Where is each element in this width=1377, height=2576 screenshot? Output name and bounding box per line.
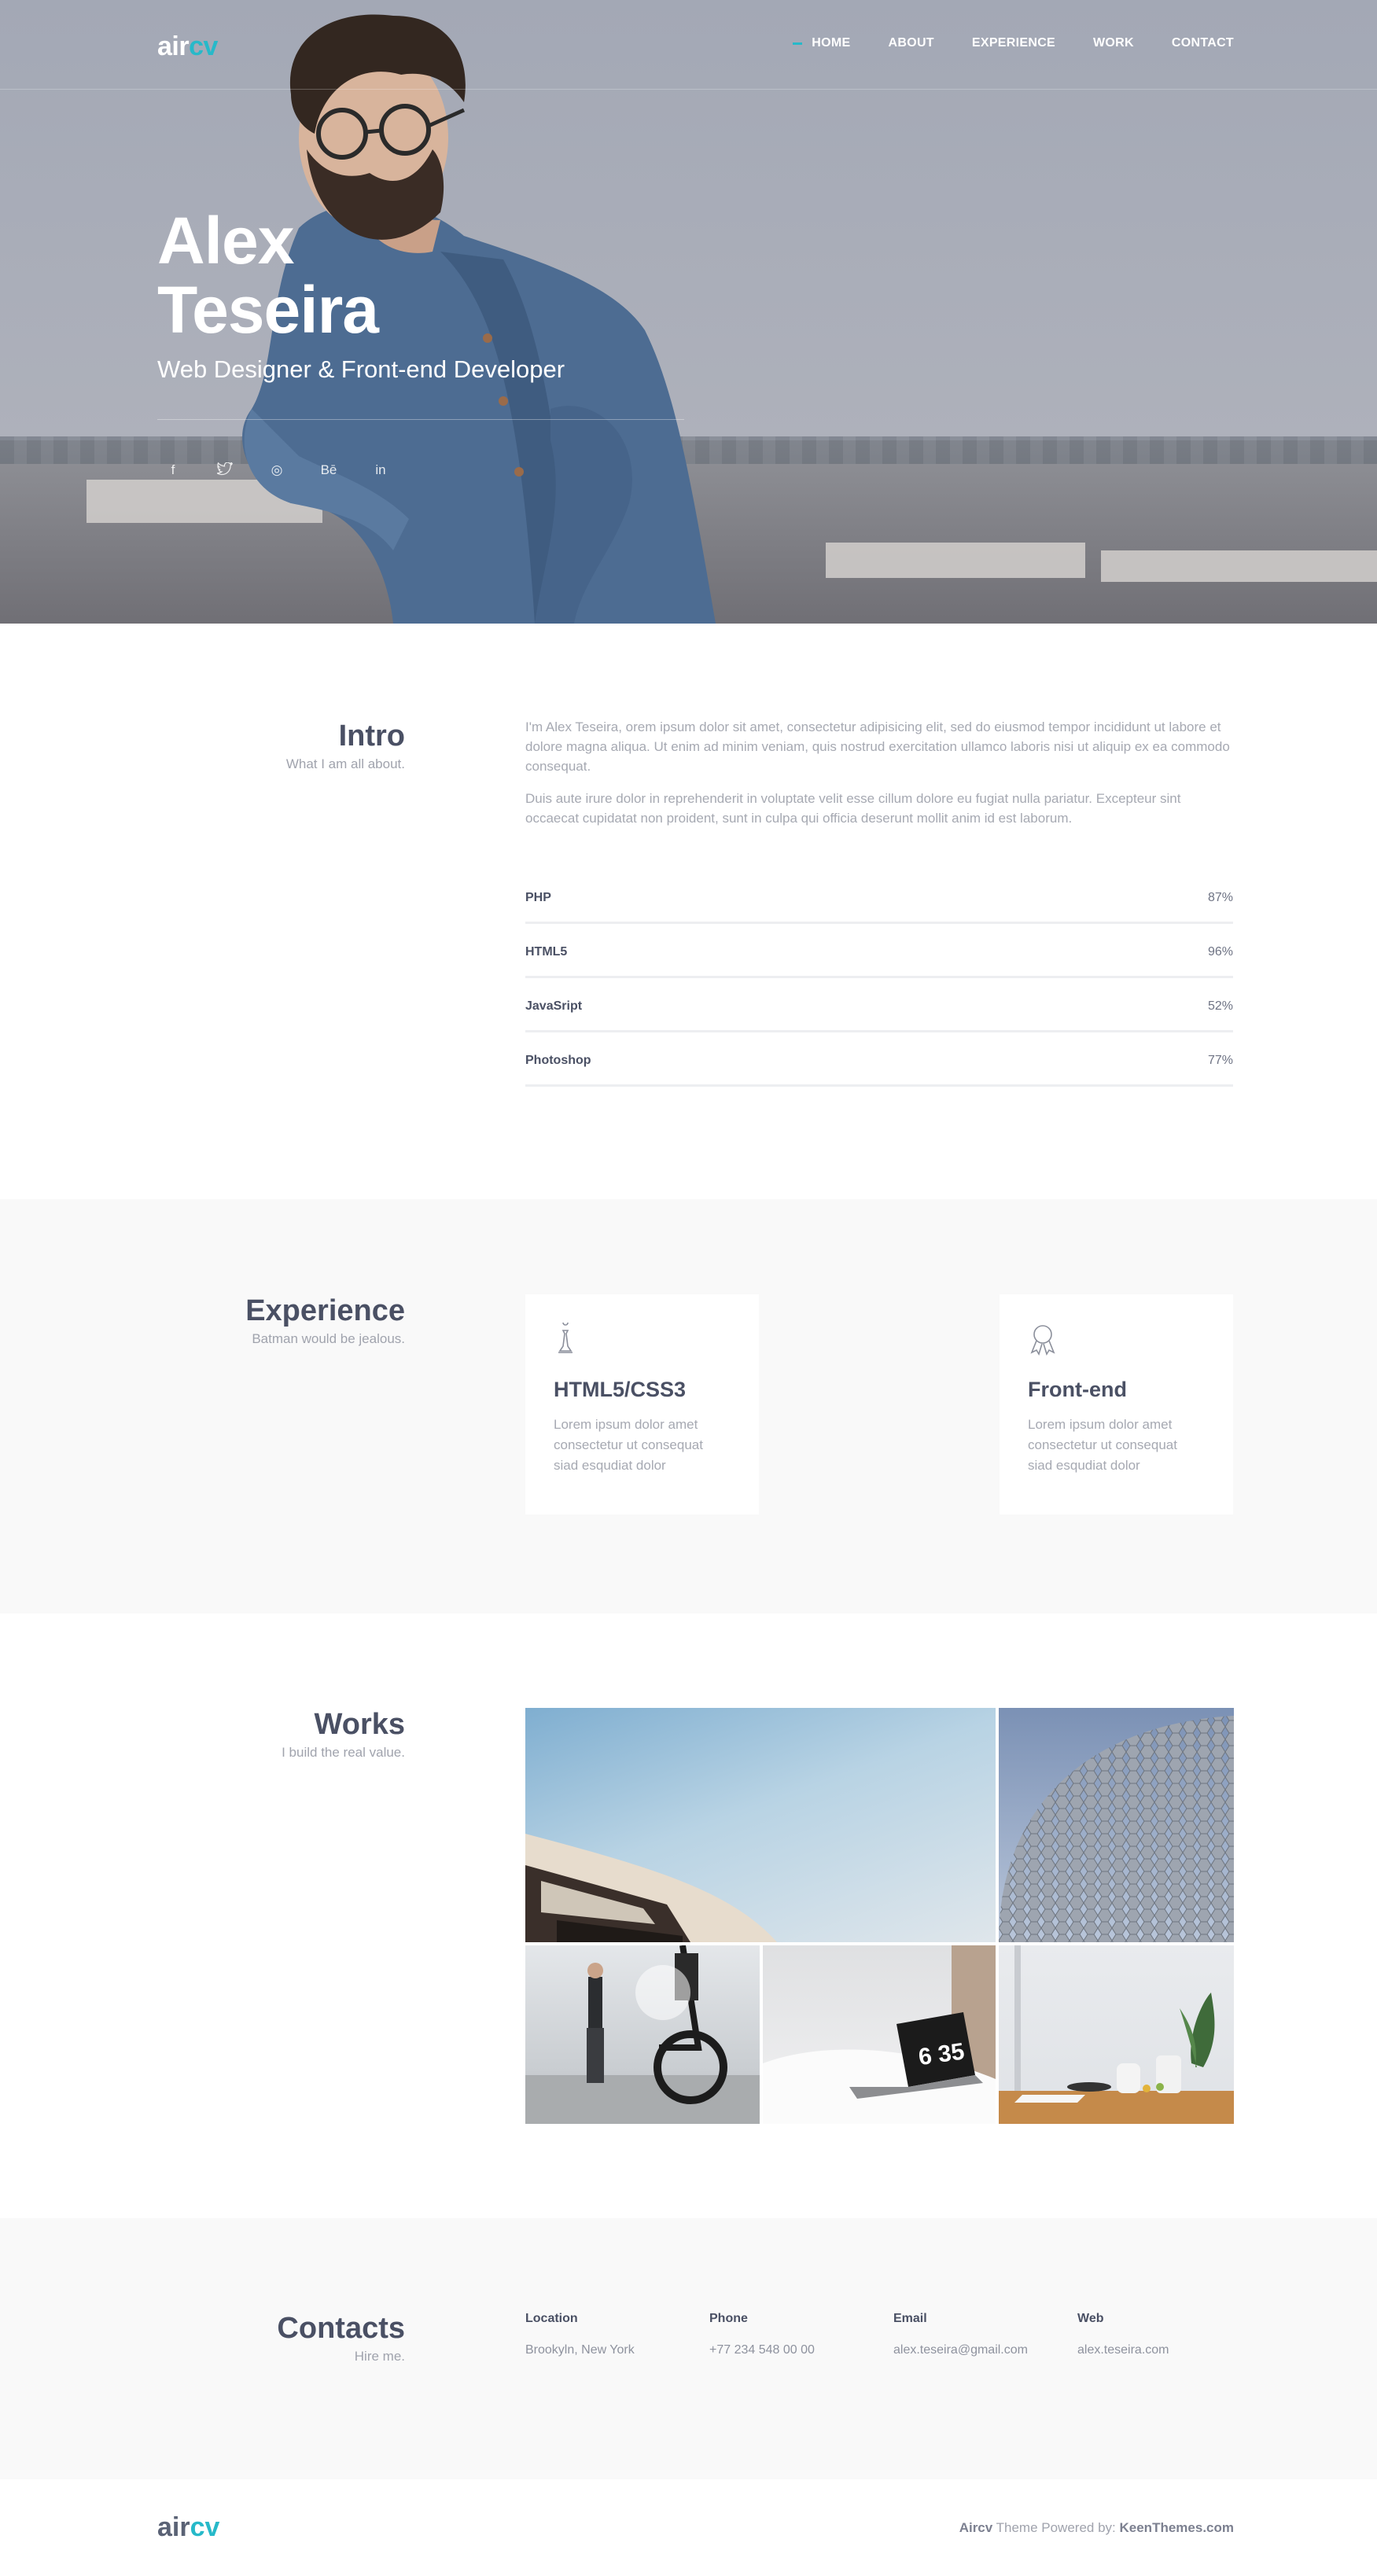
- contact-value[interactable]: alex.teseira@gmail.com: [893, 2343, 1028, 2357]
- nav-divider: [0, 89, 1377, 90]
- hero-last-name: Teseira: [157, 273, 379, 347]
- hero-building: [1101, 550, 1377, 582]
- behance-icon[interactable]: Bē: [319, 462, 338, 480]
- linkedin-icon[interactable]: in: [371, 462, 390, 480]
- nav-item-experience[interactable]: EXPERIENCE: [972, 36, 1055, 50]
- work-thumbnail[interactable]: [999, 1708, 1234, 1942]
- award-ribbon-icon: [1028, 1323, 1205, 1360]
- experience-card: HTML5/CSS3 Lorem ipsum dolor amet consec…: [525, 1294, 759, 1514]
- nav-item-work[interactable]: WORK: [1093, 36, 1134, 50]
- skill-value: 77%: [1207, 1053, 1233, 1067]
- skill-value: 87%: [1207, 890, 1233, 904]
- contact-value: Brookyln, New York: [525, 2343, 635, 2357]
- footer-credit-text: Theme Powered by:: [992, 2520, 1120, 2535]
- logo[interactable]: aircv: [157, 31, 218, 62]
- contact-value[interactable]: alex.teseira.com: [1077, 2343, 1169, 2357]
- nav-item-home[interactable]: HOME: [793, 36, 850, 50]
- contact-location: Location Brookyln, New York: [525, 2312, 635, 2357]
- chess-piece-icon: [554, 1319, 731, 1360]
- contact-phone: Phone +77 234 548 00 00: [709, 2312, 815, 2357]
- experience-subtitle: Batman would be jealous.: [252, 1331, 405, 1346]
- skill-row: JavaSript 52%: [525, 977, 1233, 1032]
- contact-email: Email alex.teseira@gmail.com: [893, 2312, 1028, 2357]
- logo-text-cv: cv: [189, 31, 218, 61]
- card-title: HTML5/CSS3: [554, 1378, 687, 1401]
- contacts-title: Contacts: [277, 2312, 405, 2345]
- skill-row: HTML5 96%: [525, 923, 1233, 978]
- facebook-icon[interactable]: f: [164, 462, 182, 480]
- intro-text: I'm Alex Teseira, orem ipsum dolor sit a…: [525, 717, 1233, 841]
- contacts-subtitle: Hire me.: [354, 2349, 405, 2364]
- hero-section: aircv HOME ABOUT EXPERIENCE WORK CONTACT…: [0, 0, 1377, 624]
- work-thumbnail[interactable]: [999, 1945, 1234, 2124]
- skill-name: PHP: [525, 890, 551, 904]
- footer-credits: Aircv Theme Powered by: KeenThemes.com: [959, 2520, 1234, 2536]
- work-thumbnail[interactable]: [525, 1945, 760, 2124]
- footer-logo[interactable]: aircv: [157, 2512, 219, 2543]
- card-text: Lorem ipsum dolor amet consectetur ut co…: [554, 1417, 703, 1473]
- main-nav: HOME ABOUT EXPERIENCE WORK CONTACT: [774, 36, 1234, 50]
- works-title: Works: [314, 1708, 405, 1741]
- logo-text-air: air: [157, 31, 190, 61]
- experience-heading: Experience Batman would be jealous.: [157, 1294, 405, 1347]
- contact-value[interactable]: +77 234 548 00 00: [709, 2343, 815, 2357]
- twitter-icon[interactable]: [215, 462, 234, 480]
- intro-paragraph: I'm Alex Teseira, orem ipsum dolor sit a…: [525, 719, 1230, 774]
- contact-label: Email: [893, 2312, 927, 2325]
- intro-subtitle: What I am all about.: [285, 756, 405, 771]
- skill-row: Photoshop 77%: [525, 1032, 1233, 1087]
- logo-text-air: air: [157, 2512, 190, 2542]
- hero-building: [826, 543, 1085, 578]
- skill-name: HTML5: [525, 944, 568, 959]
- skill-row: PHP 87%: [525, 869, 1233, 924]
- intro-title: Intro: [338, 719, 405, 753]
- nav-item-contact[interactable]: CONTACT: [1172, 36, 1234, 50]
- footer-powered-link[interactable]: KeenThemes.com: [1120, 2520, 1235, 2535]
- card-text: Lorem ipsum dolor amet consectetur ut co…: [1028, 1417, 1177, 1473]
- works-subtitle: I build the real value.: [282, 1745, 405, 1760]
- logo-text-cv: cv: [190, 2512, 220, 2542]
- hero-name: Alex Teseira: [157, 204, 379, 347]
- hero-subtitle: Web Designer & Front-end Developer: [157, 355, 565, 383]
- dribbble-icon[interactable]: ◎: [267, 462, 286, 480]
- skill-value: 96%: [1207, 944, 1233, 959]
- nav-item-about[interactable]: ABOUT: [888, 36, 933, 50]
- skill-value: 52%: [1207, 999, 1233, 1013]
- hero-divider: [157, 419, 684, 420]
- contact-label: Phone: [709, 2312, 748, 2325]
- contact-label: Location: [525, 2312, 578, 2325]
- card-title: Front-end: [1028, 1378, 1127, 1401]
- skill-name: JavaSript: [525, 999, 583, 1013]
- intro-heading: Intro What I am all about.: [157, 719, 405, 772]
- footer-brand: Aircv: [959, 2520, 993, 2535]
- work-thumbnail[interactable]: 6 35: [763, 1945, 996, 2124]
- contact-web: Web alex.teseira.com: [1077, 2312, 1169, 2357]
- hero-first-name: Alex: [157, 204, 294, 278]
- experience-card: Front-end Lorem ipsum dolor amet consect…: [1000, 1294, 1233, 1514]
- contact-label: Web: [1077, 2312, 1104, 2325]
- contacts-heading: Contacts Hire me.: [157, 2312, 405, 2364]
- work-thumbnail[interactable]: [525, 1708, 996, 1942]
- social-links: f ◎ Bē in: [164, 462, 390, 480]
- intro-paragraph: Duis aute irure dolor in reprehenderit i…: [525, 791, 1181, 826]
- experience-title: Experience: [245, 1294, 405, 1327]
- skill-name: Photoshop: [525, 1053, 591, 1067]
- works-heading: Works I build the real value.: [157, 1708, 405, 1761]
